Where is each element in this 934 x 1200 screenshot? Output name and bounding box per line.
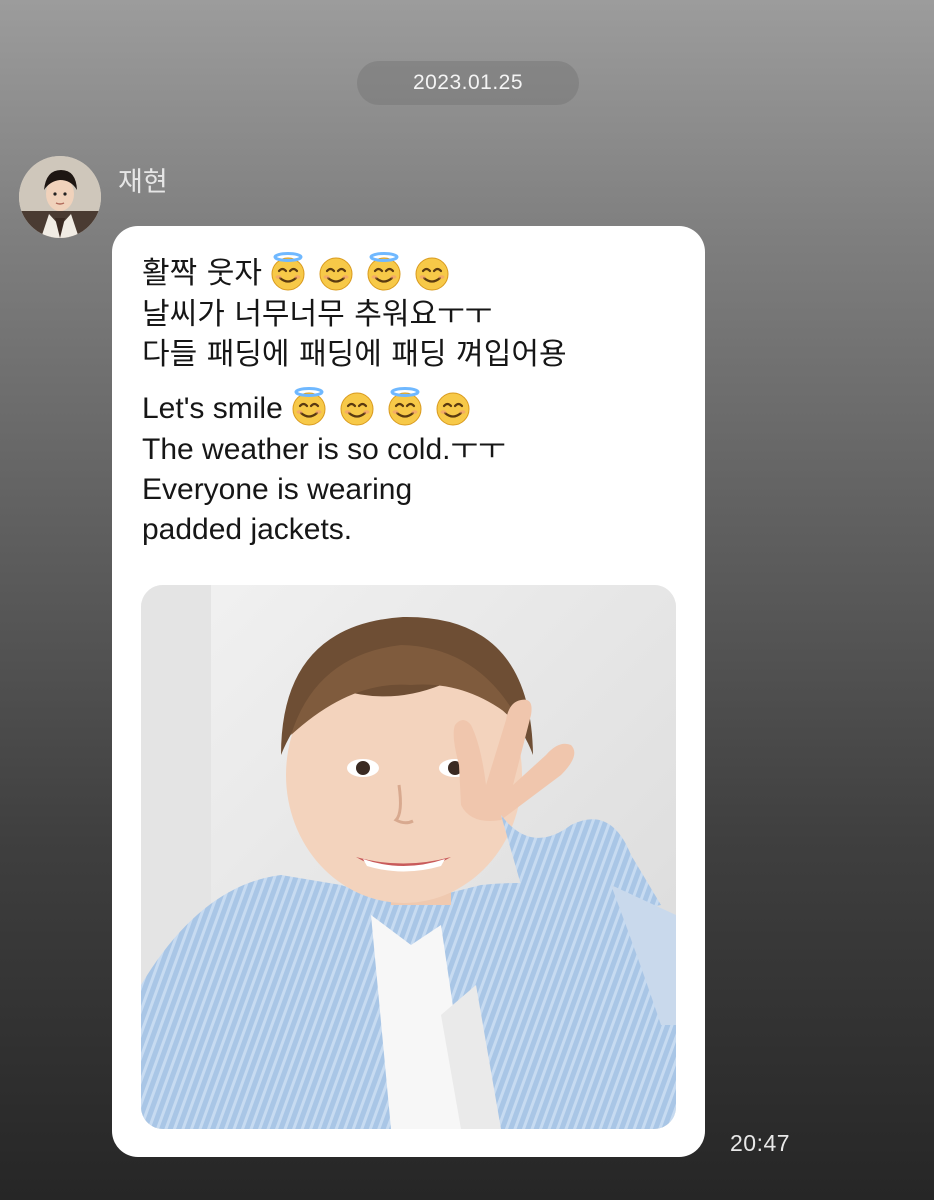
english-line-1: Let's smile bbox=[142, 386, 687, 431]
attached-photo[interactable] bbox=[141, 585, 676, 1129]
sender-name: 재현 bbox=[118, 167, 168, 198]
smiling-face-with-smiling-eyes-icon bbox=[436, 392, 470, 426]
korean-line-3: 다들 패딩에 패딩에 패딩 껴입어용 bbox=[142, 336, 567, 372]
emoji-row-korean bbox=[268, 251, 460, 292]
smiling-face-with-smiling-eyes-icon bbox=[340, 392, 374, 426]
message-time: 20:47 bbox=[730, 1130, 791, 1156]
smiling-face-with-halo-icon bbox=[367, 251, 401, 291]
sender-avatar[interactable] bbox=[19, 156, 101, 238]
korean-line-2: 날씨가 너무너무 추워요ㅜㅜ bbox=[142, 296, 493, 332]
date-separator: 2023.01.25 bbox=[357, 61, 579, 105]
message-text: 활짝 웃자 날씨가 너무너무 추워요ㅜㅜ 다들 패딩에 패딩에 패딩 껴입어용 … bbox=[142, 251, 687, 550]
korean-line-1: 활짝 웃자 bbox=[142, 251, 687, 295]
smiling-face-with-halo-icon bbox=[388, 387, 422, 426]
english-line-3: Everyone is wearing bbox=[142, 473, 413, 507]
english-line-2: The weather is so cold.ㅜㅜ bbox=[142, 433, 506, 467]
emoji-row-english bbox=[289, 386, 481, 427]
english-line-4: padded jackets. bbox=[142, 513, 353, 547]
smiling-face-with-smiling-eyes-icon bbox=[319, 257, 353, 291]
smiling-face-with-halo-icon bbox=[292, 387, 326, 426]
smiling-face-with-smiling-eyes-icon bbox=[415, 257, 449, 291]
smiling-face-with-halo-icon bbox=[271, 251, 305, 291]
message-bubble[interactable]: 활짝 웃자 날씨가 너무너무 추워요ㅜㅜ 다들 패딩에 패딩에 패딩 껴입어용 … bbox=[112, 226, 705, 1157]
